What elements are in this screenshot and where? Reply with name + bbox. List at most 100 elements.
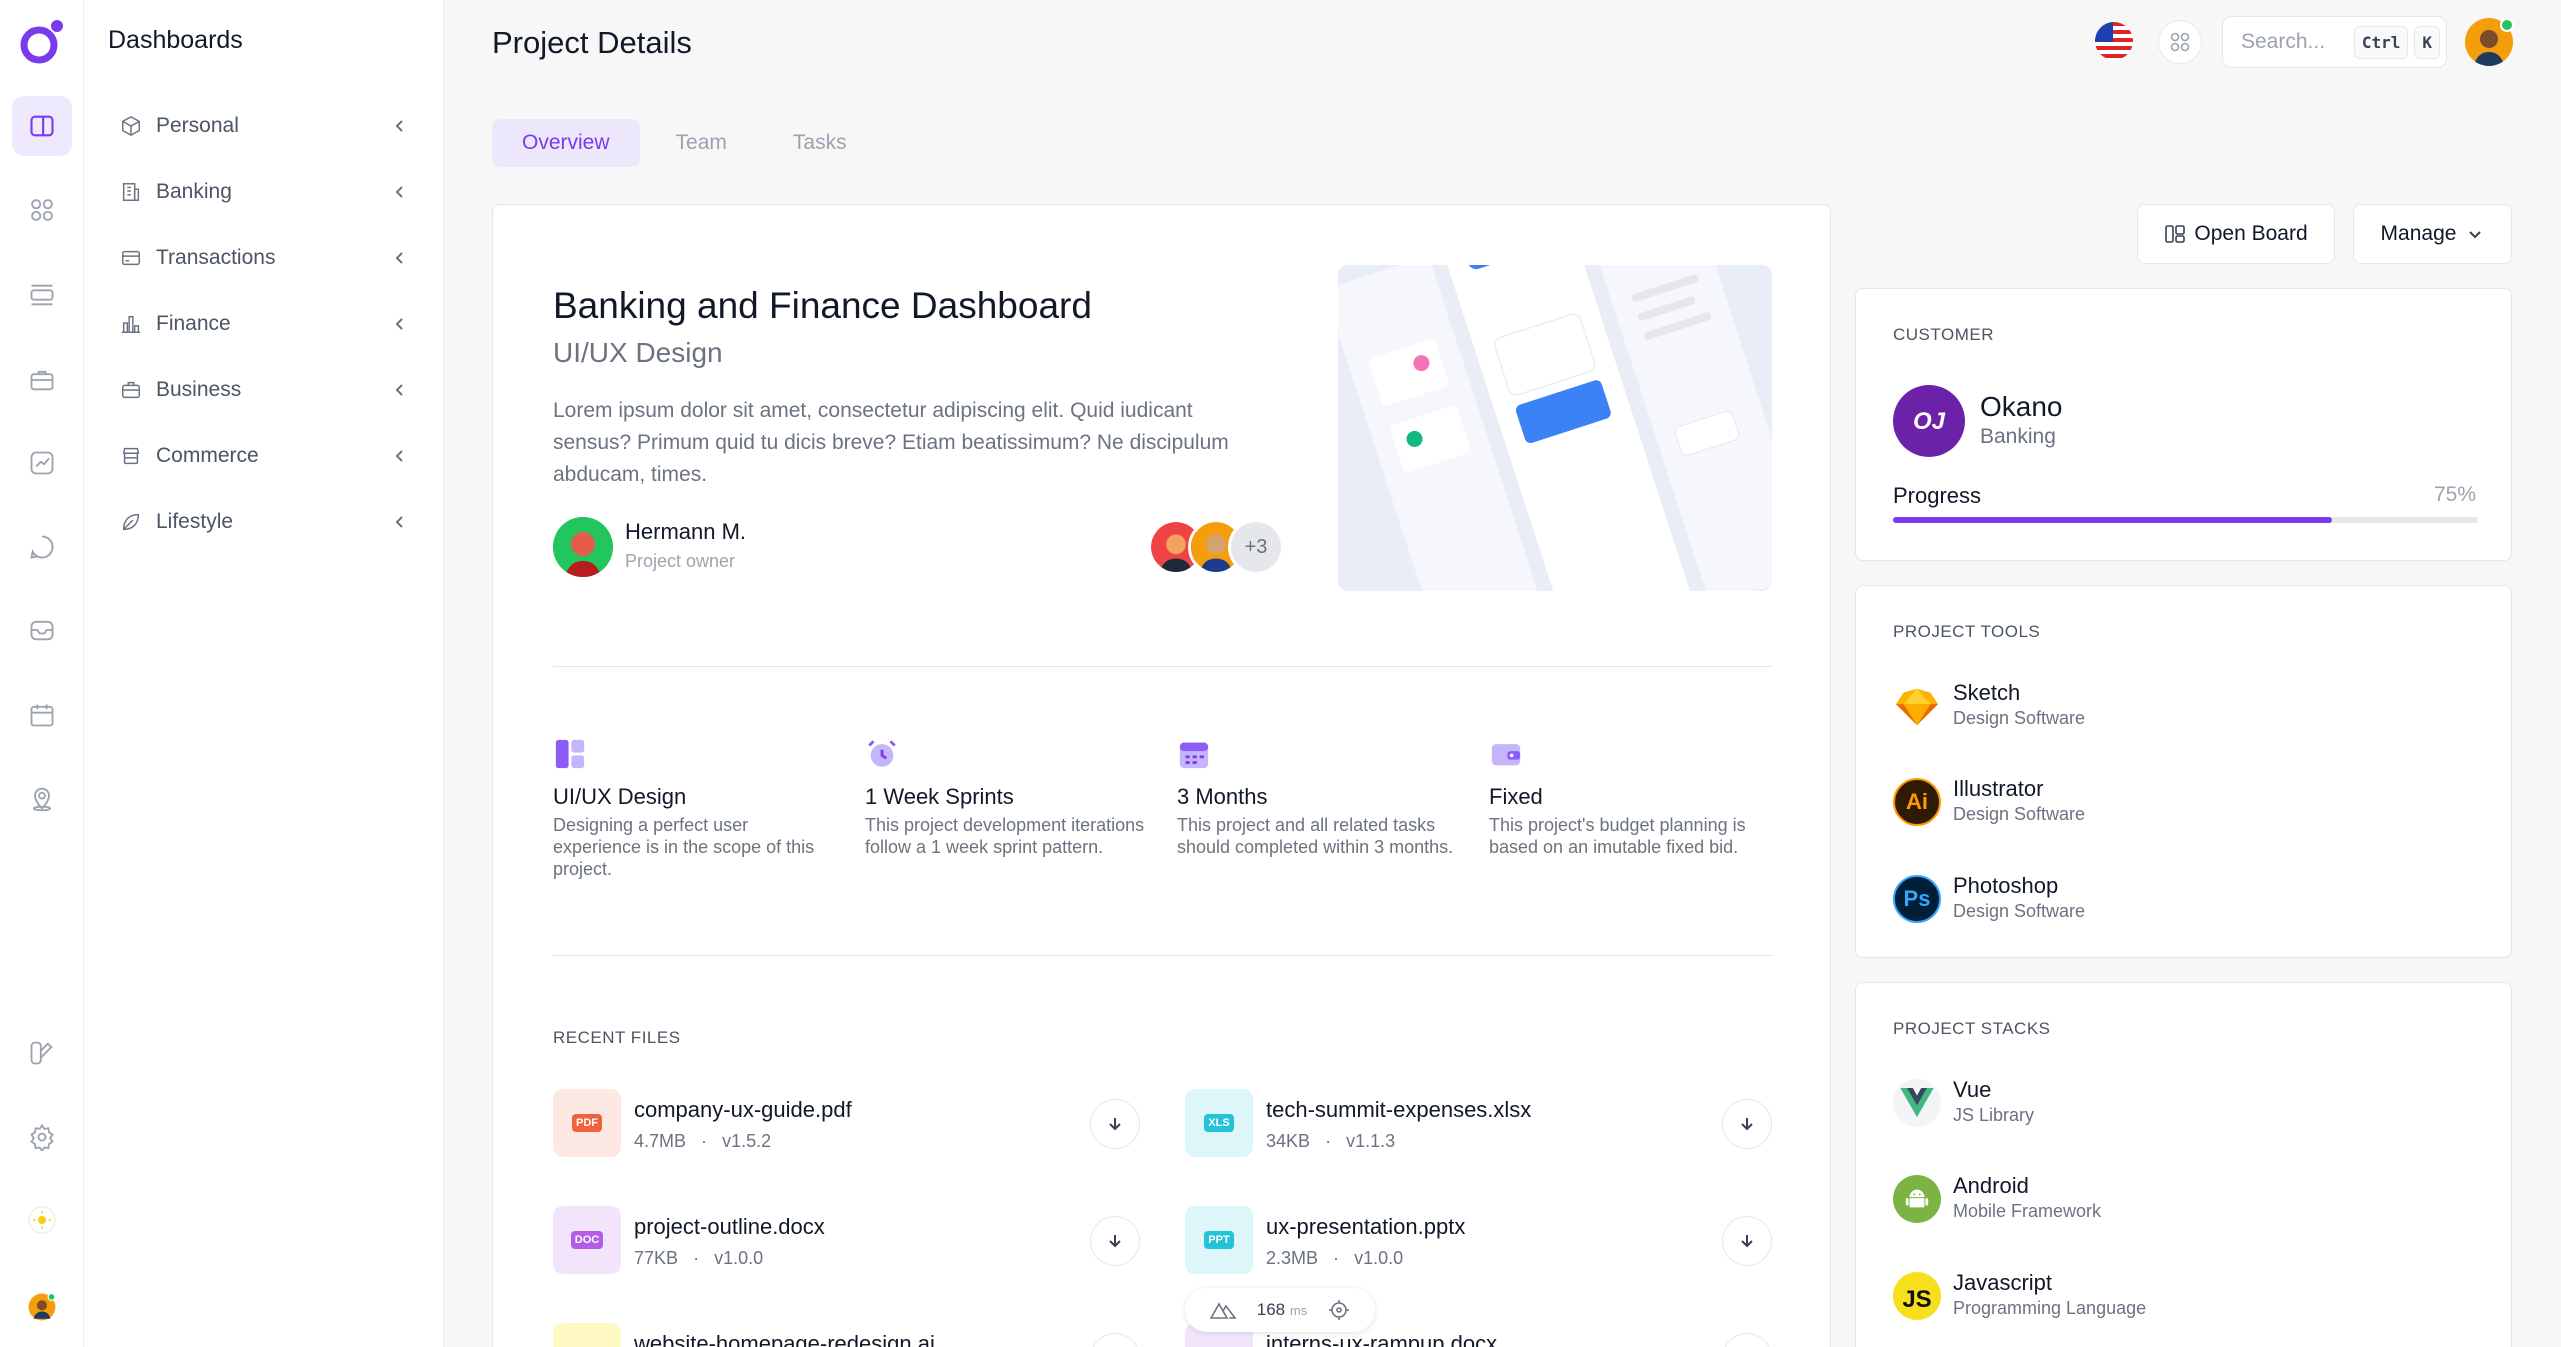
- feature-duration: 3 Months This project and all related ta…: [1177, 737, 1462, 858]
- illustrator-icon: Ai: [1893, 778, 1941, 826]
- ai-file-icon: AI: [553, 1323, 621, 1347]
- project-tools-label: PROJECT TOOLS: [1893, 622, 2041, 641]
- map-pin-nav-icon[interactable]: [22, 778, 62, 818]
- file-meta: 77KB · v1.0.0: [634, 1248, 764, 1268]
- inbox-nav-icon[interactable]: [22, 610, 62, 650]
- perf-unit: ms: [1289, 1303, 1308, 1318]
- stack-sub: Programming Language: [1953, 1298, 2147, 1318]
- sidebar-item-finance[interactable]: Finance: [120, 304, 410, 344]
- stack-name: Javascript: [1953, 1270, 2053, 1295]
- download-button[interactable]: [1722, 1099, 1772, 1149]
- chat-nav-icon[interactable]: [22, 527, 62, 567]
- download-icon: [1741, 1118, 1753, 1131]
- sidebar-item-transactions[interactable]: Transactions: [120, 238, 410, 278]
- open-board-button[interactable]: Open Board: [2137, 204, 2335, 264]
- customize-nav-icon[interactable]: [22, 1033, 62, 1073]
- sidebar-item-label: Transactions: [156, 246, 276, 269]
- download-button[interactable]: [1722, 1333, 1772, 1347]
- sidebar-item-label: Personal: [156, 114, 239, 137]
- tab-team[interactable]: Team: [646, 119, 757, 167]
- calendar-nav-icon[interactable]: [22, 695, 62, 735]
- android-icon: [1893, 1175, 1941, 1223]
- bar-chart-icon: [121, 315, 141, 333]
- feature-sprints: 1 Week Sprints This project development …: [865, 737, 1150, 858]
- feature-desc: Designing a perfect user experience is i…: [553, 815, 815, 879]
- tool-sub: Design Software: [1953, 708, 2086, 728]
- sidebar-item-personal[interactable]: Personal: [120, 106, 410, 146]
- stack-name: Android: [1953, 1173, 2029, 1198]
- sidebar-item-business[interactable]: Business: [120, 370, 410, 410]
- dashboards-sidebar: Dashboards Personal Banking Transactions…: [84, 0, 444, 1347]
- stack-sub: Mobile Framework: [1953, 1201, 2102, 1221]
- calendar-icon: [1179, 742, 1209, 769]
- project-preview-image[interactable]: [1338, 265, 1772, 591]
- download-icon: [1109, 1235, 1121, 1248]
- file-item[interactable]: DOC project-outline.docx 77KB · v1.0.0: [553, 1206, 1143, 1276]
- analytics-nav-icon[interactable]: [22, 443, 62, 483]
- crosshair-icon: [1329, 1300, 1350, 1320]
- us-flag-icon[interactable]: [2095, 22, 2133, 60]
- download-button[interactable]: [1090, 1216, 1140, 1266]
- team-more-count[interactable]: +3: [1228, 519, 1284, 575]
- progress-label: Progress: [1893, 483, 1982, 508]
- file-meta: 34KB · v1.1.3: [1266, 1131, 1396, 1151]
- sidebar-item-label: Lifestyle: [156, 510, 234, 533]
- tab-overview[interactable]: Overview: [492, 119, 640, 167]
- project-subtitle: UI/UX Design: [553, 337, 723, 368]
- layout-nav-icon[interactable]: [22, 275, 62, 315]
- chevron-left-icon: [395, 186, 403, 198]
- sketch-icon: [1893, 682, 1941, 730]
- download-button[interactable]: [1090, 1333, 1140, 1347]
- vue-icon: [1893, 1079, 1941, 1127]
- progress-bar: [1893, 517, 2478, 523]
- building-icon: [122, 183, 140, 201]
- manage-label: Manage: [2380, 222, 2457, 245]
- tool-sub: Design Software: [1953, 804, 2086, 824]
- apps-grid-button[interactable]: [2158, 20, 2202, 64]
- customer-label: CUSTOMER: [1893, 325, 1994, 344]
- tab-tasks[interactable]: Tasks: [763, 119, 877, 167]
- theme-toggle-sun-icon[interactable]: [22, 1200, 62, 1240]
- settings-gear-icon[interactable]: [22, 1117, 62, 1157]
- owner-avatar[interactable]: [553, 517, 613, 577]
- customer-type: Banking: [1980, 425, 2056, 448]
- manage-dropdown[interactable]: Manage: [2353, 204, 2512, 264]
- sidebar-item-commerce[interactable]: Commerce: [120, 436, 410, 476]
- progress-percent: 75%: [2433, 483, 2476, 506]
- feature-title: 1 Week Sprints: [865, 784, 1014, 809]
- pdf-file-icon: PDF: [553, 1089, 621, 1157]
- leaf-icon: [122, 513, 140, 531]
- sidebar-item-label: Business: [156, 378, 242, 401]
- briefcase-icon: [122, 381, 140, 399]
- customer-logo[interactable]: OJ: [1893, 385, 1965, 457]
- feature-title: Fixed: [1489, 784, 1543, 809]
- doc-file-icon: DOC: [553, 1206, 621, 1274]
- layout-icon: [555, 739, 585, 769]
- file-meta: 2.3MB · v1.0.0: [1266, 1248, 1404, 1268]
- file-item[interactable]: PPT ux-presentation.pptx 2.3MB · v1.0.0: [1185, 1206, 1775, 1276]
- progress-fill: [1893, 517, 2332, 523]
- sidebar-title: Dashboards: [108, 26, 243, 54]
- sidebar-item-banking[interactable]: Banking: [120, 172, 410, 212]
- apps-grid-icon: [2170, 32, 2190, 52]
- app-logo-icon[interactable]: [19, 18, 65, 66]
- download-button[interactable]: [1090, 1099, 1140, 1149]
- download-button[interactable]: [1722, 1216, 1772, 1266]
- nuxt-logo-icon: [1209, 1302, 1236, 1319]
- owner-role: Project owner: [625, 551, 736, 571]
- briefcase-nav-icon[interactable]: [22, 360, 62, 400]
- kbd-ctrl: Ctrl: [2353, 25, 2409, 59]
- dashboards-nav-icon[interactable]: [12, 96, 72, 156]
- sidebar-item-lifestyle[interactable]: Lifestyle: [120, 502, 410, 542]
- user-avatar[interactable]: [17, 1282, 67, 1332]
- xls-file-icon: XLS: [1185, 1089, 1253, 1157]
- search-input[interactable]: Search... Ctrl K: [2222, 16, 2447, 68]
- dev-perf-indicator[interactable]: 168 ms: [1185, 1288, 1375, 1332]
- ppt-file-icon: PPT: [1185, 1206, 1253, 1274]
- file-name: company-ux-guide.pdf: [634, 1097, 852, 1122]
- feature-budget: Fixed This project's budget planning is …: [1489, 737, 1774, 858]
- file-item[interactable]: AI website-homepage-redesign.ai: [553, 1323, 1143, 1347]
- apps-grid-nav-icon[interactable]: [22, 190, 62, 230]
- file-item[interactable]: XLS tech-summit-expenses.xlsx 34KB · v1.…: [1185, 1089, 1775, 1159]
- file-item[interactable]: PDF company-ux-guide.pdf 4.7MB · v1.5.2: [553, 1089, 1143, 1159]
